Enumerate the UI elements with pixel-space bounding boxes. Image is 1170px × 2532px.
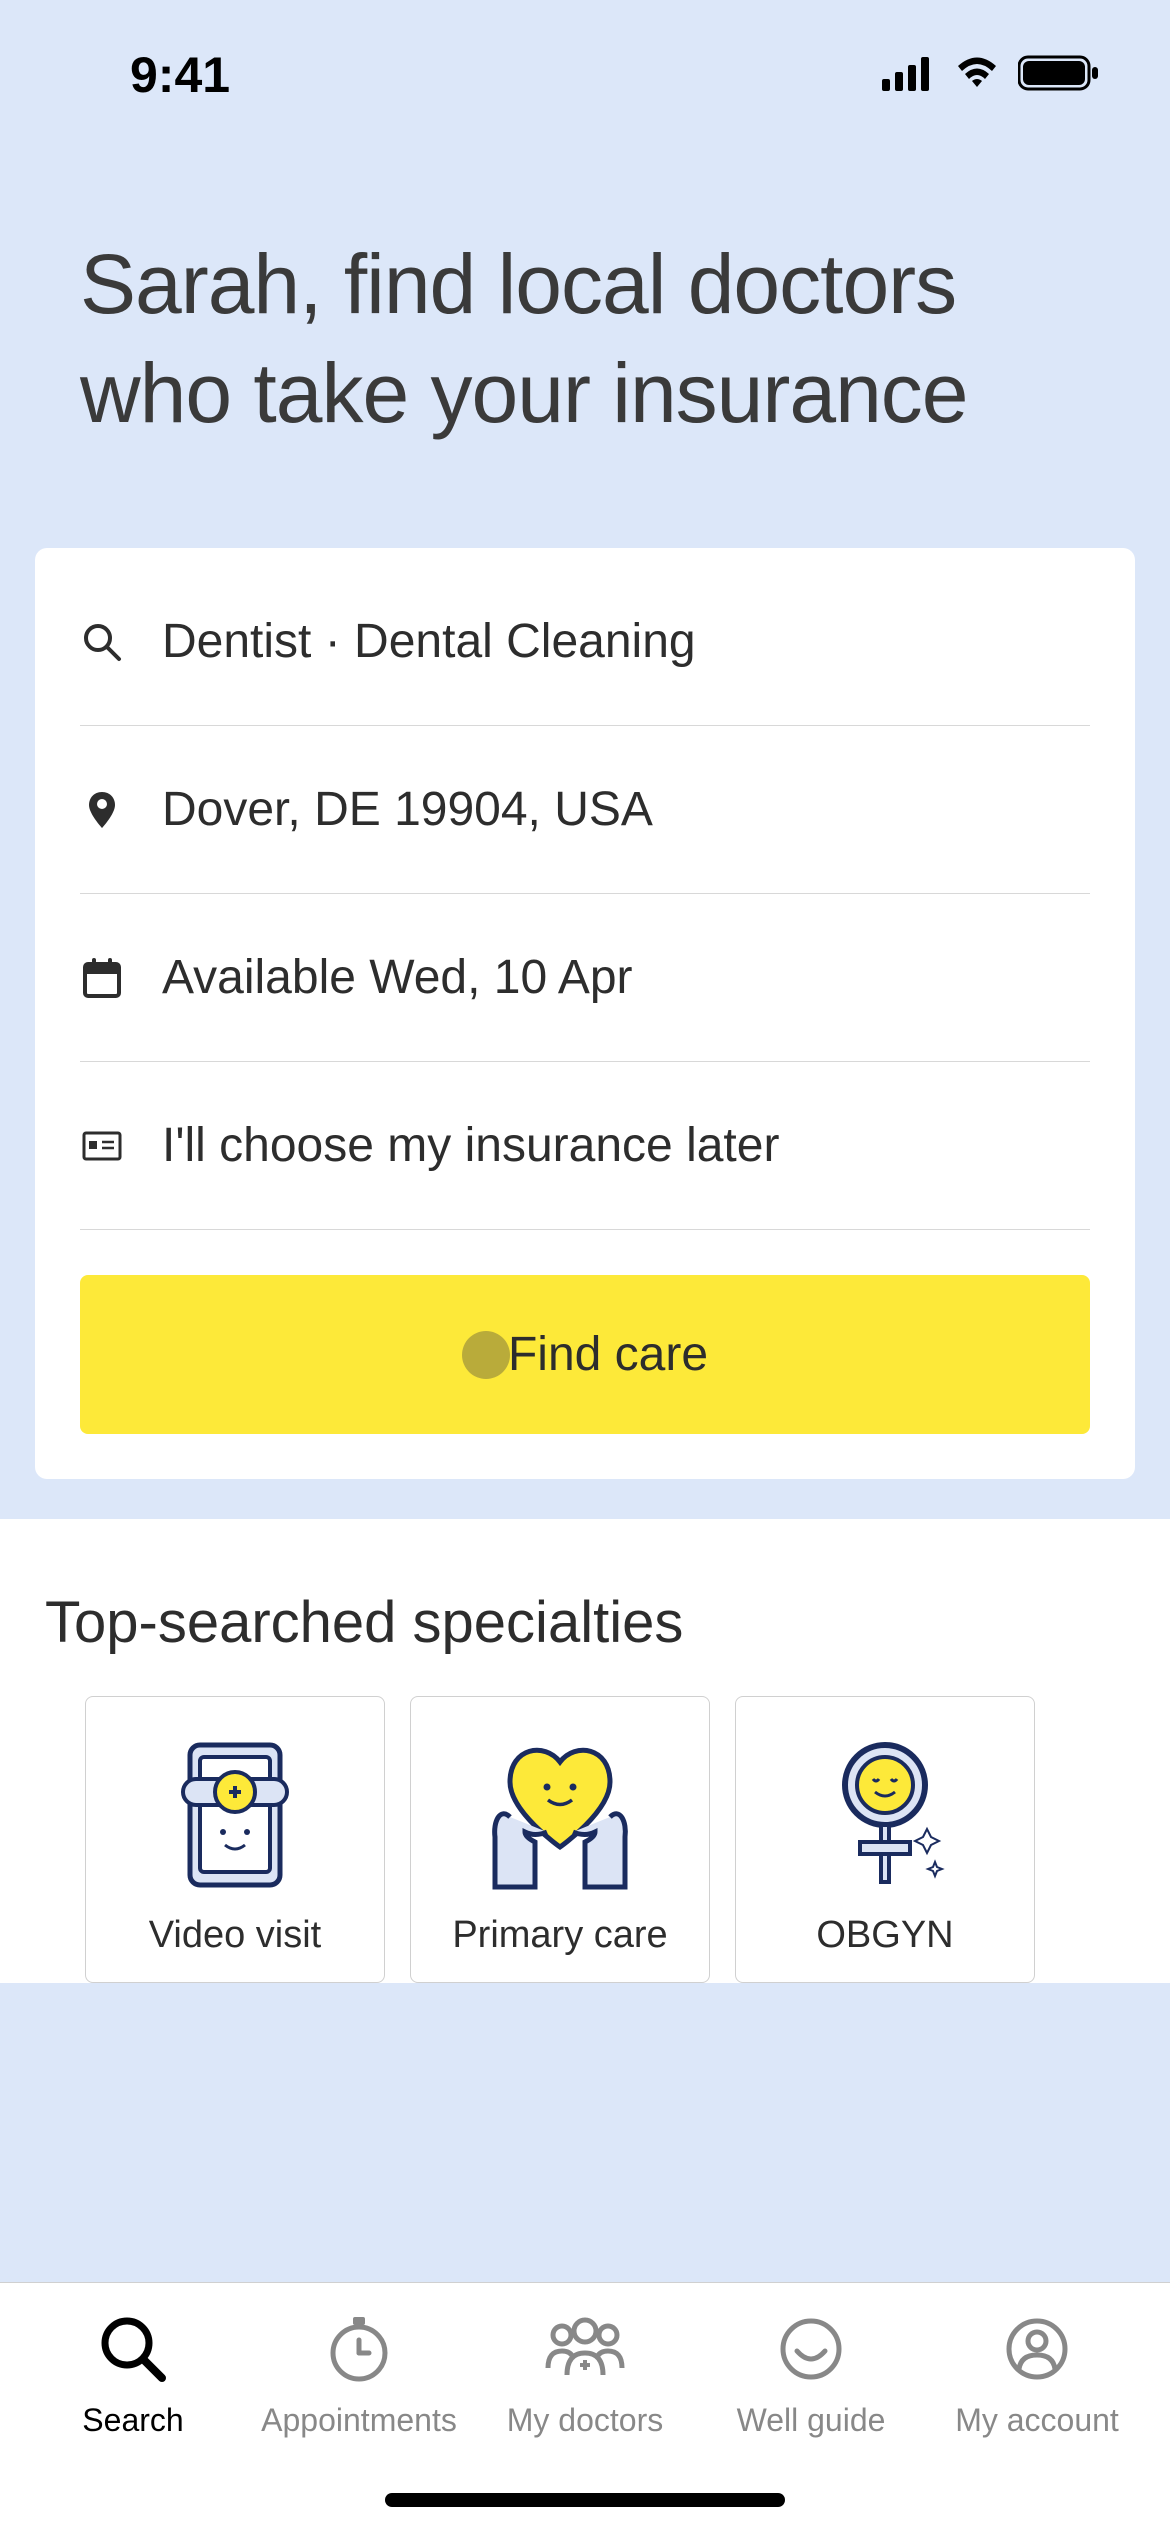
wifi-icon — [952, 55, 1002, 96]
page-heading: Sarah, find local doctors who take your … — [0, 120, 1170, 508]
specialty-card-primary-care[interactable]: Primary care — [410, 1696, 710, 1983]
search-card: Dentist · Dental Cleaning Dover, DE 1990… — [35, 548, 1135, 1479]
smile-tab-icon — [775, 2308, 847, 2390]
find-care-label: Find care — [508, 1327, 708, 1382]
find-care-button[interactable]: Find care — [80, 1275, 1090, 1434]
home-indicator[interactable] — [385, 2493, 785, 2507]
specialty-card-video-visit[interactable]: Video visit — [85, 1696, 385, 1983]
cellular-icon — [882, 55, 936, 96]
specialty-label: Primary care — [452, 1914, 667, 1957]
tab-label: Appointments — [261, 2402, 457, 2439]
tab-label: My account — [955, 2402, 1119, 2439]
search-date-row[interactable]: Available Wed, 10 Apr — [80, 894, 1090, 1062]
specialty-label: Video visit — [149, 1914, 322, 1957]
account-tab-icon — [1001, 2308, 1073, 2390]
status-bar: 9:41 — [0, 0, 1170, 120]
specialty-label: OBGYN — [816, 1914, 953, 1957]
specialties-title: Top-searched specialties — [0, 1589, 1170, 1696]
search-insurance-text: I'll choose my insurance later — [162, 1118, 779, 1173]
tab-search[interactable]: Search — [20, 2308, 246, 2532]
calendar-icon — [80, 958, 124, 998]
video-visit-icon — [150, 1732, 320, 1902]
tab-bar: Search Appointments — [0, 2282, 1170, 2532]
search-query-text: Dentist · Dental Cleaning — [162, 614, 696, 669]
battery-icon — [1018, 54, 1100, 97]
tab-label: Well guide — [737, 2402, 886, 2439]
location-pin-icon — [80, 790, 124, 830]
search-location-text: Dover, DE 19904, USA — [162, 782, 653, 837]
search-query-row[interactable]: Dentist · Dental Cleaning — [80, 558, 1090, 726]
search-insurance-row[interactable]: I'll choose my insurance later — [80, 1062, 1090, 1230]
tab-my-account[interactable]: My account — [924, 2308, 1150, 2532]
tab-label: My doctors — [507, 2402, 663, 2439]
specialty-card-obgyn[interactable]: OBGYN — [735, 1696, 1035, 1983]
obgyn-icon — [800, 1732, 970, 1902]
search-icon — [80, 622, 124, 662]
specialties-section: Top-searched specialties Video visit — [0, 1519, 1170, 1983]
search-date-text: Available Wed, 10 Apr — [162, 950, 633, 1005]
status-indicators — [882, 54, 1100, 97]
doctors-tab-icon — [540, 2308, 630, 2390]
clock-tab-icon — [323, 2308, 395, 2390]
search-tab-icon — [97, 2308, 169, 2390]
search-location-row[interactable]: Dover, DE 19904, USA — [80, 726, 1090, 894]
primary-care-icon — [475, 1732, 645, 1902]
status-time: 9:41 — [130, 46, 230, 104]
touch-indicator-icon — [462, 1331, 510, 1379]
card-icon — [80, 1131, 124, 1161]
tab-label: Search — [82, 2402, 183, 2439]
specialty-row: Video visit Primary care — [0, 1696, 1170, 1983]
